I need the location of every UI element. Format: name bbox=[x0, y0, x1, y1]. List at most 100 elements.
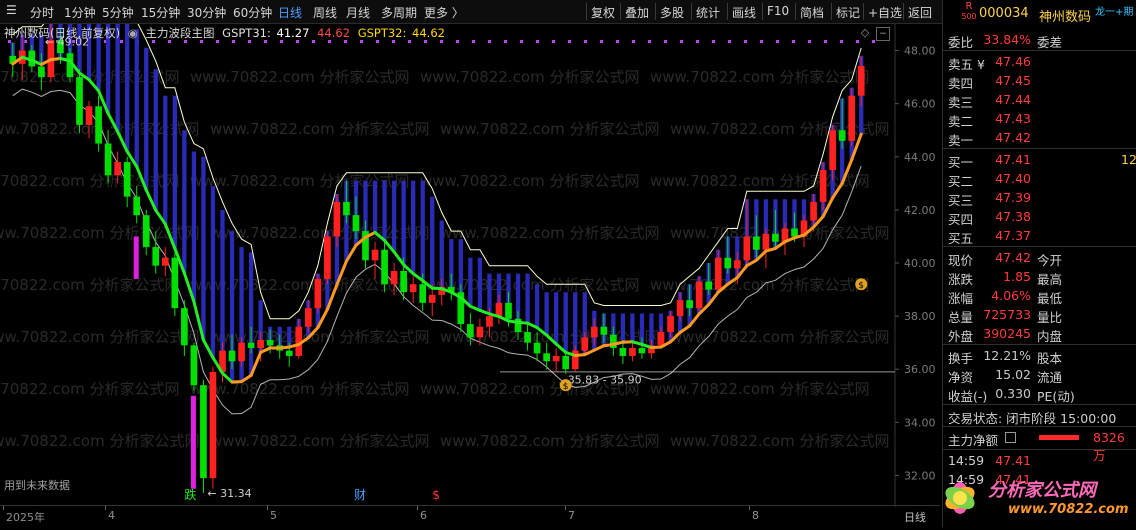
period-tab-1[interactable]: 1分钟 bbox=[64, 4, 96, 21]
candle-body[interactable] bbox=[248, 343, 255, 348]
period-tab-7[interactable]: 周线 bbox=[313, 4, 337, 21]
candle-body[interactable] bbox=[171, 258, 178, 308]
candle-body[interactable] bbox=[686, 300, 693, 308]
candle-body[interactable] bbox=[286, 351, 293, 356]
stat-row[interactable]: 外盘390245内盘 bbox=[943, 324, 1136, 343]
candle-body[interactable] bbox=[372, 250, 379, 261]
candle-body[interactable] bbox=[763, 234, 770, 250]
stat2-row[interactable]: 收益(-)0.330PE(动) bbox=[943, 384, 1136, 403]
indicator-name[interactable]: 主力波段主图 bbox=[146, 26, 215, 40]
candle-body[interactable] bbox=[419, 284, 426, 303]
stat2-row[interactable]: 净资15.02流通 bbox=[943, 365, 1136, 384]
candle-body[interactable] bbox=[591, 327, 598, 338]
candle-body[interactable] bbox=[200, 385, 207, 478]
ask-row[interactable]: 卖二47.43 bbox=[943, 109, 1136, 128]
candle-body[interactable] bbox=[734, 260, 741, 268]
candle-body[interactable] bbox=[95, 106, 102, 143]
main-net-row[interactable]: 主力净额8326万 bbox=[943, 428, 1136, 447]
candle-body[interactable] bbox=[210, 372, 217, 478]
bid-row[interactable]: 买一47.4112 bbox=[943, 150, 1136, 169]
tool-button-5[interactable]: F10 bbox=[767, 4, 789, 18]
candle-body[interactable] bbox=[848, 96, 855, 141]
tool-button-9[interactable]: 返回 bbox=[908, 4, 932, 21]
period-tab-0[interactable]: 分时 bbox=[30, 4, 54, 21]
candle-body[interactable] bbox=[839, 130, 846, 141]
candle-body[interactable] bbox=[467, 324, 474, 337]
bid-row[interactable]: 买四47.38 bbox=[943, 207, 1136, 226]
indicator-toggle-icon[interactable]: ◉ bbox=[128, 26, 138, 40]
candle-body[interactable] bbox=[505, 303, 512, 319]
period-tab-5[interactable]: 60分钟 bbox=[233, 4, 272, 21]
candle-body[interactable] bbox=[162, 258, 169, 266]
weibi-row[interactable]: 委比33.84%委差 bbox=[943, 30, 1136, 49]
period-tab-2[interactable]: 5分钟 bbox=[102, 4, 134, 21]
tool-button-1[interactable]: 叠加 bbox=[625, 4, 649, 21]
candle-body[interactable] bbox=[86, 106, 93, 125]
chart-minimize-icon[interactable]: − bbox=[876, 27, 890, 41]
candle-body[interactable] bbox=[38, 66, 45, 77]
ask-row[interactable]: 卖五 ¥47.46 bbox=[943, 52, 1136, 71]
stat2-row[interactable]: 换手12.21%股本 bbox=[943, 346, 1136, 365]
candle-body[interactable] bbox=[334, 202, 341, 237]
tool-button-4[interactable]: 画线 bbox=[732, 4, 756, 21]
candle-body[interactable] bbox=[324, 236, 331, 278]
candle-body[interactable] bbox=[753, 236, 760, 249]
candle-body[interactable] bbox=[343, 202, 350, 215]
stat-row[interactable]: 现价47.42今开 bbox=[943, 248, 1136, 267]
candle-body[interactable] bbox=[391, 271, 398, 284]
candle-body[interactable] bbox=[477, 327, 484, 338]
candle-body[interactable] bbox=[600, 327, 607, 335]
candle-body[interactable] bbox=[152, 247, 159, 266]
candle-body[interactable] bbox=[524, 332, 531, 343]
candle-body[interactable] bbox=[124, 162, 131, 197]
candle-body[interactable] bbox=[257, 340, 264, 348]
tool-button-7[interactable]: 标记 bbox=[836, 4, 860, 21]
chart-settings-icon[interactable]: ◇ bbox=[858, 27, 872, 41]
candle-body[interactable] bbox=[429, 295, 436, 303]
menu-icon[interactable]: ☰ bbox=[6, 3, 17, 17]
candle-body[interactable] bbox=[724, 258, 731, 269]
candle-body[interactable] bbox=[696, 282, 703, 309]
bid-row[interactable]: 买三47.39 bbox=[943, 188, 1136, 207]
candle-body[interactable] bbox=[381, 250, 388, 285]
candle-body[interactable] bbox=[114, 162, 121, 175]
period-tab-4[interactable]: 30分钟 bbox=[187, 4, 226, 21]
candle-body[interactable] bbox=[620, 348, 627, 356]
candle-body[interactable] bbox=[305, 308, 312, 327]
candle-body[interactable] bbox=[76, 77, 83, 125]
candle-body[interactable] bbox=[791, 228, 798, 236]
tool-button-0[interactable]: 复权 bbox=[591, 4, 615, 21]
ask-row[interactable]: 卖四47.45 bbox=[943, 71, 1136, 90]
candle-body[interactable] bbox=[496, 303, 503, 316]
candle-body[interactable] bbox=[314, 279, 321, 308]
tool-button-6[interactable]: 简档 bbox=[800, 4, 824, 21]
stat-row[interactable]: 涨跌1.85最高 bbox=[943, 267, 1136, 286]
period-tab-6[interactable]: 日线 bbox=[278, 4, 302, 21]
candle-body[interactable] bbox=[667, 316, 674, 332]
list-icon[interactable] bbox=[1005, 432, 1016, 443]
x-axis-period-label[interactable]: 日线 bbox=[904, 509, 926, 525]
candle-body[interactable] bbox=[534, 343, 541, 354]
candle-body[interactable] bbox=[238, 343, 245, 362]
stat-row[interactable]: 总量725733量比 bbox=[943, 305, 1136, 324]
candle-body[interactable] bbox=[820, 170, 827, 202]
candle-body[interactable] bbox=[181, 308, 188, 345]
period-tab-9[interactable]: 多周期 bbox=[381, 4, 417, 21]
candle-body[interactable] bbox=[562, 356, 569, 369]
candle-body[interactable] bbox=[191, 345, 198, 385]
candle-body[interactable] bbox=[400, 271, 407, 292]
stat-row[interactable]: 涨幅4.06%最低 bbox=[943, 286, 1136, 305]
tool-button-3[interactable]: 统计 bbox=[696, 4, 720, 21]
tool-button-8[interactable]: +自选 bbox=[868, 4, 902, 21]
candle-body[interactable] bbox=[229, 351, 236, 362]
candle-body[interactable] bbox=[743, 236, 750, 260]
candle-body[interactable] bbox=[143, 215, 150, 247]
candle-body[interactable] bbox=[410, 284, 417, 292]
candle-body[interactable] bbox=[629, 348, 636, 356]
bid-row[interactable]: 买二47.40 bbox=[943, 169, 1136, 188]
tool-button-2[interactable]: 多股 bbox=[660, 4, 684, 21]
candle-body[interactable] bbox=[543, 353, 550, 361]
candle-body[interactable] bbox=[486, 316, 493, 327]
candle-body[interactable] bbox=[639, 348, 646, 353]
kline-chart-area[interactable]: www.70822.com 分析家公式网www.70822.com 分析家公式网… bbox=[0, 24, 940, 527]
